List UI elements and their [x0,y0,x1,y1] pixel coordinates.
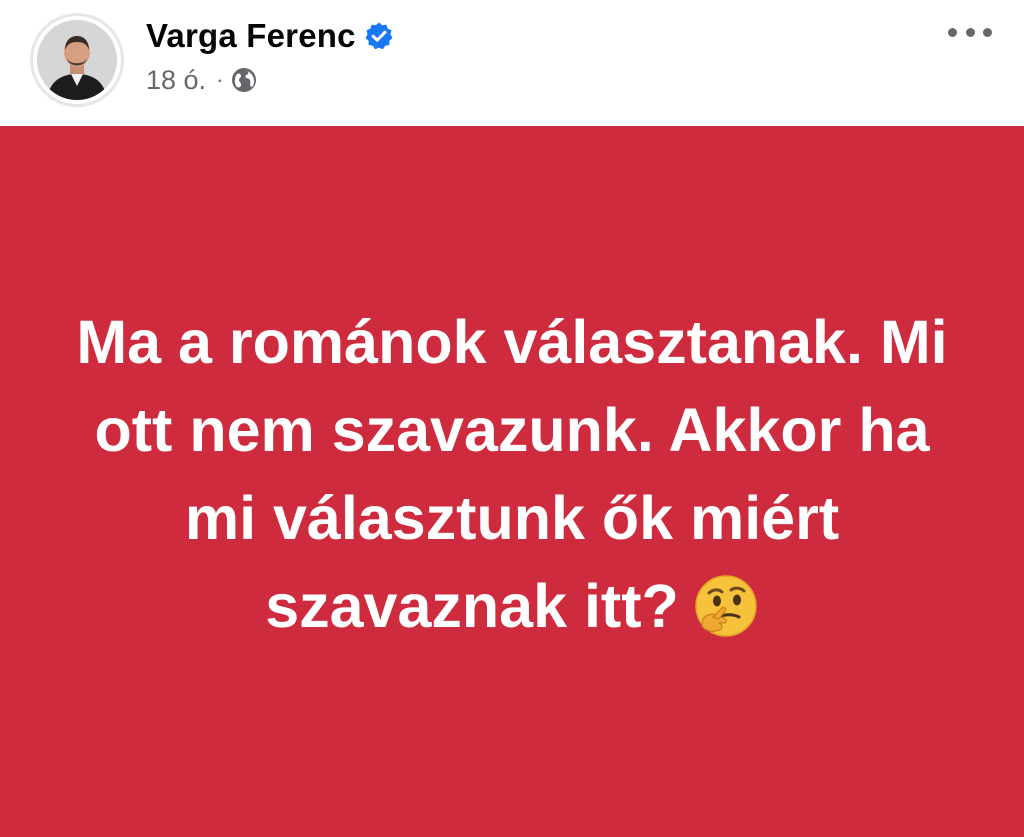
meta-separator: · [216,67,224,92]
more-dot [948,27,957,37]
profile-avatar-ring[interactable] [30,13,124,107]
thinking-face-emoji [693,573,759,639]
more-dot [965,27,975,37]
post-background[interactable]: Ma a románok választanak. Mi ott nem sza… [0,126,1024,837]
avatar[interactable] [37,20,117,100]
globe-icon[interactable] [231,67,257,93]
author-row: Varga Ferenc [146,14,394,58]
post-header: Varga Ferenc 18 ó. · [0,0,1024,126]
post-text: Ma a románok választanak. Mi ott nem sza… [76,307,948,640]
post-timestamp[interactable]: 18 ó. [146,65,206,96]
more-options-button[interactable] [948,20,992,44]
author-name[interactable]: Varga Ferenc [146,17,356,55]
post-text-container: Ma a románok választanak. Mi ott nem sza… [72,298,952,650]
post-meta: 18 ó. · [146,62,257,98]
verified-badge-icon [364,21,394,51]
more-dot [983,27,992,37]
avatar-image [37,20,117,100]
